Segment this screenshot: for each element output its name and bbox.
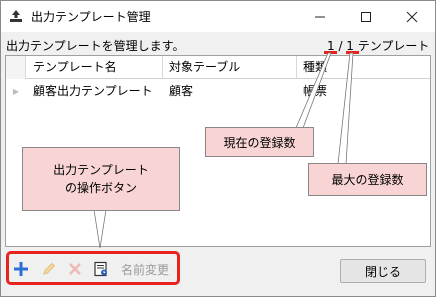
max-count-callout: 最大の登録数: [308, 163, 427, 196]
current-count-pointer: [295, 52, 332, 129]
ops-callout-line1: 出力テンプレート: [53, 163, 149, 177]
current-count-callout: 現在の登録数: [205, 127, 314, 157]
max-count-pointer: [337, 52, 354, 165]
ops-pointer: [93, 209, 107, 249]
ops-buttons-callout: 出力テンプレート の操作ボタン: [22, 147, 180, 211]
ops-callout-line2: の操作ボタン: [64, 181, 137, 195]
